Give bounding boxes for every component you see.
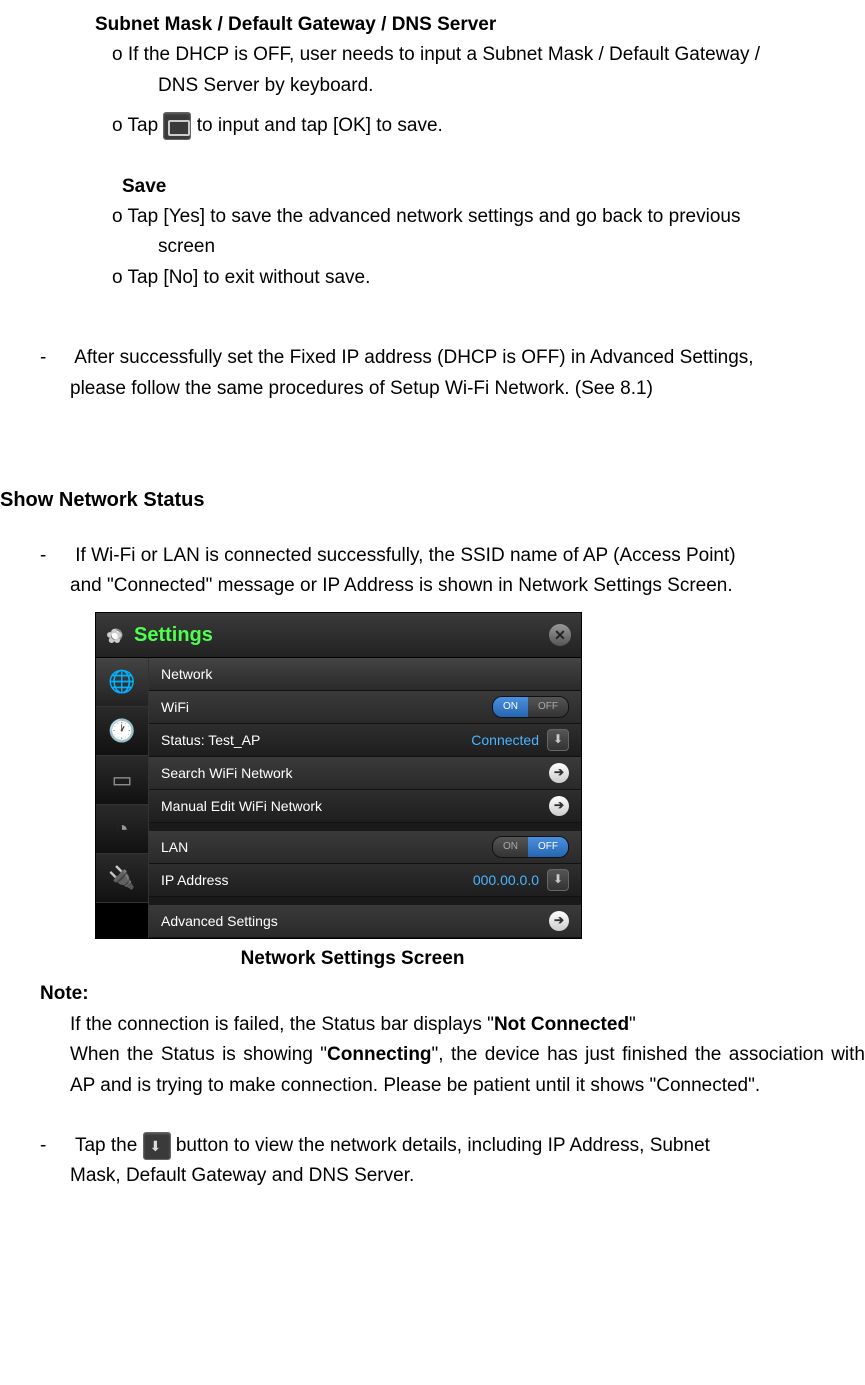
heading: Show Network Status: [0, 484, 865, 516]
network-header: Network: [149, 658, 581, 691]
sidebar-network-icon[interactable]: 🌐: [96, 658, 148, 707]
sidebar-power-icon[interactable]: 🔌: [96, 854, 148, 903]
keyboard-icon: [163, 112, 191, 140]
settings-title: Settings: [134, 619, 549, 651]
list-item-cont: screen: [158, 232, 865, 262]
text: to input and tap [OK] to save.: [197, 115, 443, 136]
sidebar-clock-icon[interactable]: 🕐: [96, 707, 148, 756]
bold-text: Connecting: [327, 1044, 432, 1065]
lan-row: LAN ON OFF: [149, 831, 581, 864]
list-item: o If the DHCP is OFF, user needs to inpu…: [112, 40, 865, 70]
toggle-off: OFF: [528, 697, 568, 717]
wifi-label: WiFi: [161, 696, 492, 718]
dash-item: - Tap the button to view the network det…: [40, 1131, 865, 1161]
ip-value: 000.00.0.0: [473, 869, 539, 891]
text: Tap the: [75, 1135, 143, 1156]
list-item: o Tap [Yes] to save the advanced network…: [112, 202, 865, 232]
arrow-right-icon: ➔: [549, 763, 569, 783]
download-icon: [143, 1132, 171, 1160]
ip-row: IP Address 000.00.0.0 ⬇: [149, 864, 581, 897]
toggle-on-inactive: ON: [493, 837, 528, 857]
text: ": [629, 1014, 636, 1035]
dash-cont: and "Connected" message or IP Address is…: [70, 571, 865, 601]
spacer: [149, 897, 581, 905]
dash: -: [40, 343, 70, 373]
wifi-row: WiFi ON OFF: [149, 691, 581, 724]
sidebar-disc-icon[interactable]: ◔: [96, 805, 148, 854]
gear-icon: [106, 625, 126, 645]
note-heading: Note:: [40, 979, 865, 1009]
note-content: When the Status is showing "Connecting",…: [70, 1040, 865, 1101]
dash: -: [40, 1131, 70, 1161]
settings-header: Settings ✕: [96, 613, 581, 658]
status-action-icon[interactable]: ⬇: [547, 729, 569, 751]
text: If Wi-Fi or LAN is connected successfull…: [75, 545, 735, 566]
manual-edit-row[interactable]: Manual Edit WiFi Network ➔: [149, 790, 581, 823]
ip-action-icon[interactable]: ⬇: [547, 869, 569, 891]
sidebar-display-icon[interactable]: ▭: [96, 756, 148, 805]
advanced-row[interactable]: Advanced Settings ➔: [149, 905, 581, 938]
text: After successfully set the Fixed IP addr…: [74, 347, 753, 368]
sidebar: 🌐 🕐 ▭ ◔ 🔌: [96, 658, 149, 938]
toggle-off-active: OFF: [528, 837, 568, 857]
note-content: If the connection is failed, the Status …: [70, 1010, 865, 1040]
advanced-label: Advanced Settings: [161, 910, 549, 932]
list-item: o Tap [No] to exit without save.: [112, 263, 865, 293]
text: If the connection is failed, the Status …: [70, 1014, 494, 1035]
toggle-on: ON: [493, 697, 528, 717]
arrow-right-icon: ➔: [549, 796, 569, 816]
arrow-right-icon: ➔: [549, 911, 569, 931]
section-title: Subnet Mask / Default Gateway / DNS Serv…: [95, 10, 865, 40]
status-row: Status: Test_AP Connected ⬇: [149, 724, 581, 757]
dash-item: - If Wi-Fi or LAN is connected successfu…: [40, 541, 865, 571]
text: button to view the network details, incl…: [176, 1135, 710, 1156]
settings-body: 🌐 🕐 ▭ ◔ 🔌 Network WiFi ON OFF Status: Te…: [96, 658, 581, 938]
wifi-toggle[interactable]: ON OFF: [492, 696, 569, 718]
lan-toggle[interactable]: ON OFF: [492, 836, 569, 858]
text: o Tap: [112, 115, 163, 136]
content-panel: Network WiFi ON OFF Status: Test_AP Conn…: [149, 658, 581, 938]
search-wifi-row[interactable]: Search WiFi Network ➔: [149, 757, 581, 790]
spacer: [149, 823, 581, 831]
settings-screenshot: Settings ✕ 🌐 🕐 ▭ ◔ 🔌 Network WiFi ON OFF…: [95, 612, 582, 939]
list-item: o Tap to input and tap [OK] to save.: [112, 111, 865, 141]
lan-label: LAN: [161, 836, 492, 858]
status-value: Connected: [471, 729, 539, 751]
text: When the Status is showing ": [70, 1044, 327, 1065]
dash-cont: please follow the same procedures of Set…: [70, 374, 865, 404]
close-icon[interactable]: ✕: [549, 624, 571, 646]
manual-edit-label: Manual Edit WiFi Network: [161, 795, 549, 817]
dash-cont: Mask, Default Gateway and DNS Server.: [70, 1161, 865, 1191]
section-title: Save: [122, 172, 865, 202]
search-wifi-label: Search WiFi Network: [161, 762, 549, 784]
dash: -: [40, 541, 70, 571]
bold-text: Not Connected: [494, 1014, 629, 1035]
ip-label: IP Address: [161, 869, 473, 891]
status-label: Status: Test_AP: [161, 729, 471, 751]
dash-item: - After successfully set the Fixed IP ad…: [40, 343, 865, 373]
image-caption: Network Settings Screen: [0, 944, 865, 974]
list-item-cont: DNS Server by keyboard.: [158, 71, 865, 101]
